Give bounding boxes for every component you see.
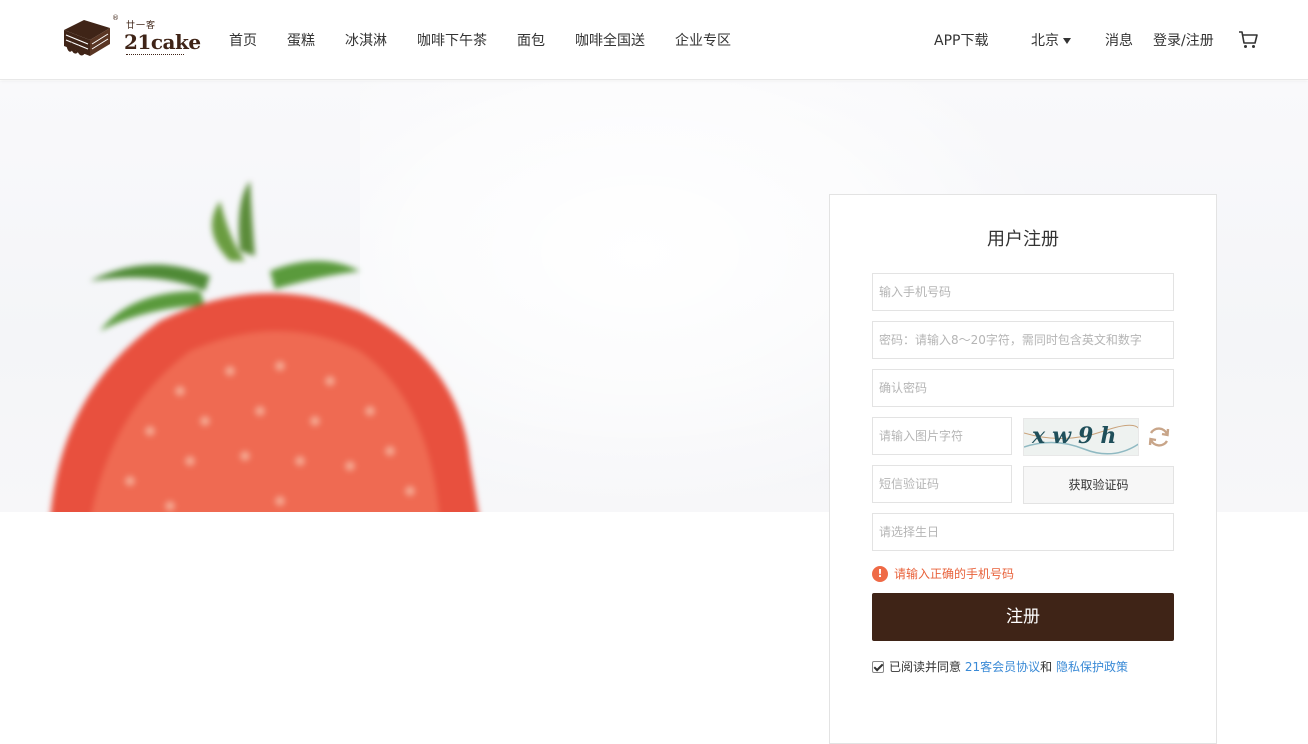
register-button[interactable]: 注册 [872,593,1174,641]
agree-and: 和 [1040,660,1056,674]
registered-mark: ® [112,14,119,22]
login-register-link[interactable]: 登录/注册 [1153,30,1214,50]
nav-item-enterprise[interactable]: 企业专区 [675,30,731,50]
get-sms-code-button[interactable]: 获取验证码 [1023,466,1174,504]
nav-item-bread[interactable]: 面包 [517,30,545,50]
brand-logo[interactable]: ® 廿一客 21cake [62,14,201,64]
register-panel: 用户注册 xw9h 获取验证码 ! 请输入正确的手机号码 注册 已阅读并同意 2… [829,194,1217,744]
logo-underline [126,54,184,56]
error-icon: ! [872,565,888,582]
nav-item-home[interactable]: 首页 [229,30,257,50]
error-message: ! 请输入正确的手机号码 [872,565,1014,582]
member-agreement-link[interactable]: 21客会员协议 [965,658,1040,675]
agree-prefix: 已阅读并同意 [889,660,965,674]
agree-checkbox[interactable] [872,660,884,673]
messages-link[interactable]: 消息 [1105,30,1133,50]
main-nav: 首页 蛋糕 冰淇淋 咖啡下午茶 面包 咖啡全国送 企业专区 [214,30,746,50]
captcha-text: xw9h [1032,423,1124,449]
logo-wordmark: 21cake [124,30,201,54]
sms-code-input[interactable] [872,465,1012,503]
city-label: 北京 [1031,33,1059,49]
captcha-input[interactable] [872,417,1012,455]
cake-logo-icon [64,20,110,56]
refresh-captcha-icon[interactable] [1146,424,1172,450]
phone-input[interactable] [872,273,1174,311]
nav-item-coffee-tea[interactable]: 咖啡下午茶 [417,30,487,50]
caret-down-icon [1063,38,1071,44]
city-selector[interactable]: 北京 [1031,30,1071,50]
app-download-link[interactable]: APP下载 [934,30,988,50]
privacy-policy-link[interactable]: 隐私保护政策 [1056,658,1128,675]
top-header: ® 廿一客 21cake 首页 蛋糕 冰淇淋 咖啡下午茶 面包 咖啡全国送 企业… [0,0,1308,80]
register-title: 用户注册 [987,229,1059,250]
confirm-password-input[interactable] [872,369,1174,407]
strawberry-image [50,181,479,512]
agreement-row: 已阅读并同意 21客会员协议 和 隐私保护政策 [872,658,1128,675]
captcha-image[interactable]: xw9h [1023,418,1139,456]
password-input[interactable] [872,321,1174,359]
error-text: 请输入正确的手机号码 [894,567,1015,581]
nav-item-cake[interactable]: 蛋糕 [287,30,315,50]
nav-item-coffee-delivery[interactable]: 咖啡全国送 [575,30,645,50]
birthday-input[interactable] [872,513,1174,551]
nav-item-ice-cream[interactable]: 冰淇淋 [345,30,387,50]
cart-icon[interactable] [1238,31,1258,49]
